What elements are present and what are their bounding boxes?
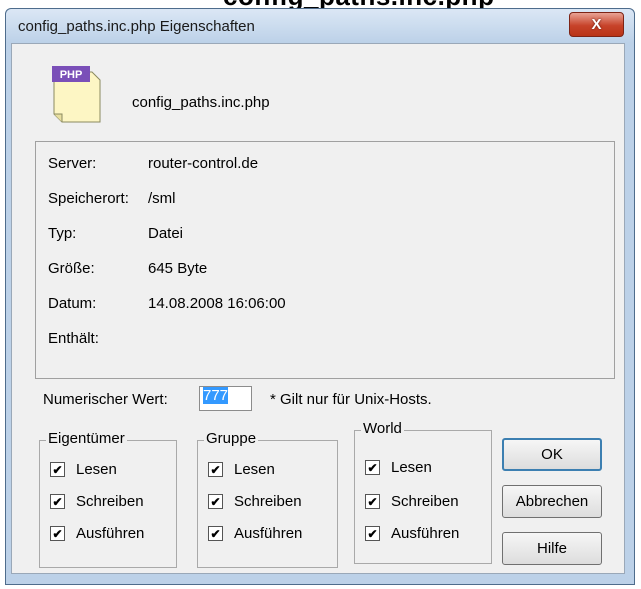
info-panel: Server: router-control.de Speicherort: /…	[35, 141, 615, 379]
date-label: Datum:	[48, 295, 97, 312]
checkmark-icon: ✔	[365, 494, 380, 509]
world-read-label: Lesen	[391, 459, 432, 476]
group-execute-label: Ausführen	[234, 525, 303, 542]
owner-read-label: Lesen	[76, 461, 117, 478]
owner-write-checkbox[interactable]: ✔ Schreiben	[50, 493, 144, 510]
numeric-value-input[interactable]: 777	[199, 386, 252, 411]
numeric-value-label: Numerischer Wert:	[43, 391, 168, 408]
world-execute-label: Ausführen	[391, 525, 460, 542]
size-value: 645 Byte	[148, 260, 208, 277]
ok-button[interactable]: OK	[502, 438, 602, 471]
checkmark-icon: ✔	[208, 526, 223, 541]
cancel-button[interactable]: Abbrechen	[502, 485, 602, 518]
numeric-value-text: 777	[203, 387, 229, 404]
properties-dialog: config_paths.inc.php Eigenschaften X PHP…	[5, 8, 635, 585]
owner-execute-checkbox[interactable]: ✔ Ausführen	[50, 525, 144, 542]
world-read-checkbox[interactable]: ✔ Lesen	[365, 459, 432, 476]
checkmark-icon: ✔	[365, 460, 380, 475]
checkmark-icon: ✔	[208, 462, 223, 477]
group-execute-checkbox[interactable]: ✔ Ausführen	[208, 525, 302, 542]
server-value: router-control.de	[148, 155, 259, 172]
dialog-body: PHP config_paths.inc.php Server: router-…	[11, 43, 625, 574]
checkmark-icon: ✔	[208, 494, 223, 509]
type-value: Datei	[148, 225, 184, 242]
location-value: /sml	[148, 190, 176, 207]
owner-read-checkbox[interactable]: ✔ Lesen	[50, 461, 117, 478]
type-label: Typ:	[48, 225, 77, 242]
checkmark-icon: ✔	[50, 462, 65, 477]
world-group: World ✔ Lesen ✔ Schreiben ✔ Ausführen	[354, 420, 492, 564]
owner-execute-label: Ausführen	[76, 525, 145, 542]
php-icon-label: PHP	[60, 69, 83, 81]
owner-group-title: Eigentümer	[46, 430, 127, 447]
background-partial-title: config_paths.inc.php	[0, 0, 641, 8]
title-bar: config_paths.inc.php Eigenschaften X	[6, 9, 634, 43]
date-value: 14.08.2008 16:06:00	[148, 295, 286, 312]
group-group: Gruppe ✔ Lesen ✔ Schreiben ✔ Ausführen	[197, 430, 338, 568]
close-icon: X	[591, 16, 602, 33]
group-read-label: Lesen	[234, 461, 275, 478]
group-group-title: Gruppe	[204, 430, 259, 447]
group-read-checkbox[interactable]: ✔ Lesen	[208, 461, 275, 478]
file-name: config_paths.inc.php	[132, 94, 270, 111]
owner-group: Eigentümer ✔ Lesen ✔ Schreiben ✔ Ausführ…	[39, 430, 177, 568]
world-write-label: Schreiben	[391, 493, 459, 510]
checkmark-icon: ✔	[50, 526, 65, 541]
partial-title-text: config_paths.inc.php	[223, 0, 494, 8]
php-file-icon: PHP	[52, 66, 101, 123]
window-title: config_paths.inc.php Eigenschaften	[18, 18, 255, 35]
unix-hosts-note: * Gilt nur für Unix-Hosts.	[270, 391, 432, 408]
checkmark-icon: ✔	[365, 526, 380, 541]
checkmark-icon: ✔	[50, 494, 65, 509]
group-write-checkbox[interactable]: ✔ Schreiben	[208, 493, 302, 510]
world-group-title: World	[361, 420, 404, 437]
world-write-checkbox[interactable]: ✔ Schreiben	[365, 493, 459, 510]
location-label: Speicherort:	[48, 190, 129, 207]
help-button[interactable]: Hilfe	[502, 532, 602, 565]
world-execute-checkbox[interactable]: ✔ Ausführen	[365, 525, 459, 542]
contains-label: Enthält:	[48, 330, 99, 347]
close-button[interactable]: X	[569, 12, 624, 37]
server-label: Server:	[48, 155, 97, 172]
size-label: Größe:	[48, 260, 95, 277]
owner-write-label: Schreiben	[76, 493, 144, 510]
group-write-label: Schreiben	[234, 493, 302, 510]
